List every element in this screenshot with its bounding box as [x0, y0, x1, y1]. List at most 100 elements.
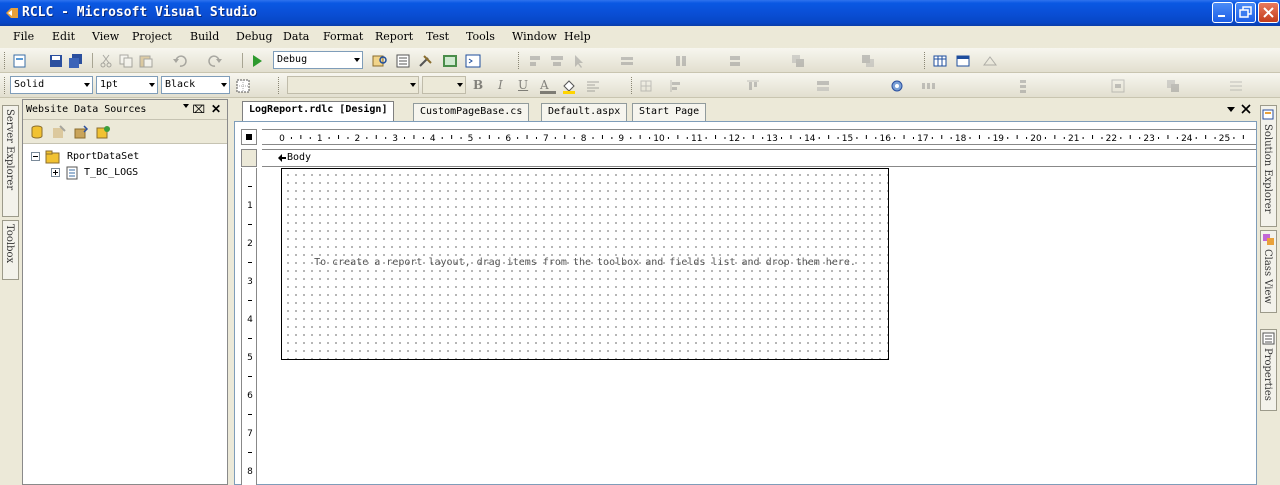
undo-icon[interactable] [172, 53, 188, 69]
send-to-back-icon[interactable] [860, 53, 876, 69]
start-debugging-icon[interactable] [249, 53, 265, 69]
align-to-grid-icon[interactable] [638, 78, 654, 94]
center-horizontally-icon[interactable] [1110, 78, 1126, 94]
chevron-down-icon [221, 83, 227, 87]
ruler-h-tick [1007, 137, 1009, 139]
ruler-h-tick [912, 137, 914, 139]
solution-explorer-tab[interactable]: Solution Explorer [1260, 105, 1277, 227]
menu-format[interactable]: Format [323, 30, 363, 43]
italic-button[interactable]: I [498, 78, 514, 94]
active-files-dropdown-icon[interactable] [1227, 107, 1235, 112]
menu-help[interactable]: Help [564, 30, 591, 43]
menu-test[interactable]: Test [426, 30, 449, 43]
save-all-icon[interactable] [68, 53, 84, 69]
toolbox-icon[interactable] [418, 53, 434, 69]
class-view-label: Class View [1262, 249, 1273, 304]
solution-configuration-select[interactable]: Debug [273, 51, 363, 69]
configure-dataset-icon[interactable] [73, 124, 89, 140]
ruler-h-tick [828, 135, 830, 139]
add-data-source-icon[interactable] [29, 124, 45, 140]
server-explorer-tab[interactable]: Server Explorer [2, 105, 19, 217]
horizontal-spacing-equal-icon[interactable] [920, 78, 936, 94]
report-formatting-toolbar: Solid 1pt Black B I U A [0, 73, 1280, 98]
menu-report[interactable]: Report [375, 30, 413, 43]
tab-custompagebase[interactable]: CustomPageBase.cs [413, 103, 530, 121]
tab-default-aspx[interactable]: Default.aspx [541, 103, 628, 121]
class-view-tab[interactable]: Class View [1260, 230, 1277, 313]
horizontal-spacing-icon[interactable] [673, 53, 689, 69]
align-text-icon[interactable] [585, 78, 601, 94]
command-window-icon[interactable] [465, 53, 481, 69]
ruler-h-tick [894, 137, 896, 139]
ruler-corner[interactable] [241, 129, 257, 145]
pointer-icon[interactable] [571, 53, 587, 69]
properties-window-icon[interactable] [395, 53, 411, 69]
font-name-select[interactable] [287, 76, 419, 94]
toolbar-grip[interactable] [4, 52, 7, 69]
close-panel-button[interactable]: ✕ [211, 102, 221, 116]
menu-edit[interactable]: Edit [52, 30, 75, 43]
copy-icon[interactable] [118, 53, 134, 69]
tab-start-page[interactable]: Start Page [632, 103, 707, 121]
find-in-files-icon[interactable] [372, 53, 388, 69]
border-style-select[interactable]: Solid [10, 76, 93, 94]
paste-icon[interactable] [138, 53, 154, 69]
fill-color-icon[interactable] [561, 78, 577, 94]
redo-icon[interactable] [207, 53, 223, 69]
border-width-select[interactable]: 1pt [96, 76, 158, 94]
tab-order-icon[interactable] [1228, 78, 1244, 94]
cut-icon[interactable] [98, 53, 114, 69]
minimize-button[interactable] [1212, 2, 1233, 23]
ruler-h-tick [1139, 137, 1141, 139]
bring-to-front-icon[interactable] [790, 53, 806, 69]
ruler-h-tick [375, 135, 377, 139]
properties-tab[interactable]: Properties [1260, 329, 1277, 411]
report-data-icon[interactable] [955, 53, 971, 69]
report-body-canvas[interactable]: To create a report layout, drag items fr… [281, 168, 889, 360]
object-browser-icon[interactable] [442, 53, 458, 69]
align-top-icon[interactable] [745, 78, 761, 94]
make-same-width-icon[interactable] [619, 53, 635, 69]
align-left-icon[interactable] [668, 78, 684, 94]
edit-dataset-icon[interactable] [51, 124, 67, 140]
refresh-icon[interactable] [95, 124, 111, 140]
align-centers-icon[interactable] [549, 53, 565, 69]
align-lefts-icon[interactable] [527, 53, 543, 69]
report-preview-icon[interactable] [982, 53, 998, 69]
expand-icon[interactable] [51, 168, 60, 177]
body-section-handle[interactable] [241, 149, 257, 167]
menu-file[interactable]: File [13, 30, 34, 43]
report-grid-icon[interactable] [932, 53, 948, 69]
ruler-h-tick [1205, 135, 1207, 139]
menu-data[interactable]: Data [283, 30, 309, 43]
vertical-spacing-icon[interactable] [727, 53, 743, 69]
collapse-icon[interactable] [31, 152, 40, 161]
menu-tools[interactable]: Tools [466, 30, 495, 43]
vertical-spacing-equal-icon[interactable] [1015, 78, 1031, 94]
underline-button[interactable]: U [518, 78, 534, 94]
pin-icon[interactable]: ⌧ [192, 103, 205, 116]
ruler-h-tick [799, 137, 801, 139]
bring-forward-icon[interactable] [1165, 78, 1181, 94]
font-size-select[interactable] [422, 76, 466, 94]
new-project-icon[interactable] [12, 53, 28, 69]
close-window-button[interactable] [1258, 2, 1279, 23]
menu-project[interactable]: Project [132, 30, 172, 43]
panel-dropdown-icon[interactable] [183, 104, 189, 108]
settings-gear-icon[interactable] [889, 78, 905, 94]
font-color-button[interactable]: A [540, 78, 556, 94]
border-color-select[interactable]: Black [161, 76, 230, 94]
maximize-button[interactable] [1235, 2, 1256, 23]
tab-logreport-design[interactable]: LogReport.rdlc [Design] [242, 101, 395, 121]
toolbox-tab[interactable]: Toolbox [2, 220, 19, 280]
borders-icon[interactable] [235, 78, 251, 94]
menu-window[interactable]: Window [512, 30, 557, 43]
bold-button[interactable]: B [473, 78, 489, 94]
same-size-icon[interactable] [815, 78, 831, 94]
menu-debug[interactable]: Debug [236, 30, 273, 43]
close-document-icon[interactable] [1241, 104, 1251, 114]
menu-build[interactable]: Build [190, 30, 219, 43]
save-icon[interactable] [48, 53, 64, 69]
body-section-bar[interactable]: Body [241, 149, 1256, 167]
menu-view[interactable]: View [92, 30, 119, 43]
